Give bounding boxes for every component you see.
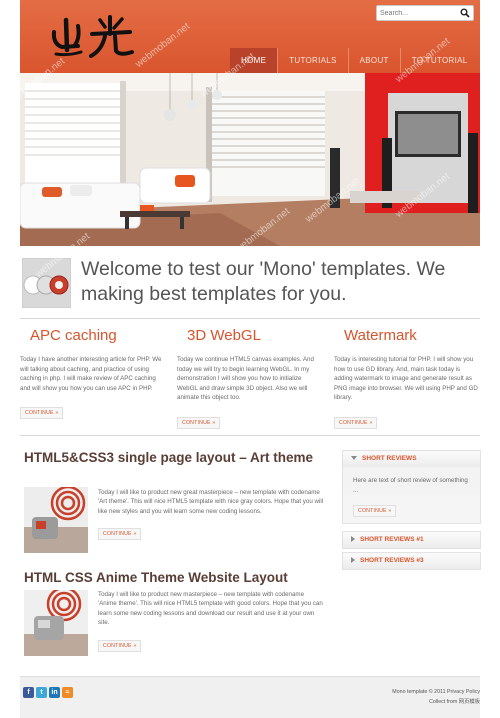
column-text: Today is interesting tutorial for PHP. I… xyxy=(334,356,478,402)
nav-home[interactable]: HOME xyxy=(230,48,278,73)
search-icon[interactable] xyxy=(460,8,470,18)
facebook-icon[interactable]: f xyxy=(23,687,34,698)
page: HOME TUTORIALS ABOUT TO TUTORIAL xyxy=(9,0,481,718)
sidebar-review-panel: SHORT REVIEWS Here are text of short rev… xyxy=(342,450,481,524)
column-title: Watermark xyxy=(344,327,417,344)
review-header[interactable]: SHORT REVIEWS #1 xyxy=(343,532,480,548)
column-title: 3D WebGL xyxy=(187,327,261,344)
column-watermark: Watermark Today is interesting tutorial … xyxy=(334,327,480,429)
article-text: Today I will like to product new great m… xyxy=(98,489,324,515)
footer-credit[interactable]: Collect from 网页模板 xyxy=(330,697,480,707)
hero-image xyxy=(20,73,480,246)
continue-button[interactable]: CONTINUE » xyxy=(98,639,142,652)
column-apc: APC caching Today I have another interes… xyxy=(20,327,166,420)
main-nav: HOME TUTORIALS ABOUT TO TUTORIAL xyxy=(230,48,478,73)
column-text: Today I have another interesting article… xyxy=(20,356,162,392)
article-body: Today I will like to product new great m… xyxy=(98,488,324,541)
divider xyxy=(20,435,480,436)
footer-text: Mono template © 2011 Privacy Policy Coll… xyxy=(330,687,480,707)
column-title: APC caching xyxy=(30,327,117,344)
caret-down-icon xyxy=(351,456,357,461)
welcome-heading: Welcome to test our 'Mono' templates. We… xyxy=(81,258,446,305)
article: HTML CSS Anime Theme Website Layout xyxy=(24,569,334,586)
article: HTML5&CSS3 single page layout – Art them… xyxy=(24,449,324,466)
article-body: Today I will like to product new masterp… xyxy=(98,590,324,652)
linkedin-icon[interactable]: in xyxy=(49,687,60,698)
continue-button[interactable]: CONTINUE » xyxy=(353,505,397,517)
search-box xyxy=(376,5,474,21)
rss-icon[interactable]: ≈ xyxy=(62,687,73,698)
article-title[interactable]: HTML CSS Anime Theme Website Layout xyxy=(24,569,334,586)
nav-to-tutorial[interactable]: TO TUTORIAL xyxy=(399,48,479,73)
welcome-image xyxy=(22,258,71,308)
review-header[interactable]: SHORT REVIEWS xyxy=(343,451,480,467)
site-header: HOME TUTORIALS ABOUT TO TUTORIAL xyxy=(20,0,480,73)
continue-button[interactable]: CONTINUE » xyxy=(98,528,142,541)
review-text: Here are text of short review of somethi… xyxy=(343,467,480,495)
divider xyxy=(20,318,480,319)
caret-right-icon xyxy=(351,536,355,543)
sidebar-review-collapsed[interactable]: SHORT REVIEWS #3 xyxy=(342,552,481,570)
site-logo[interactable] xyxy=(48,14,138,60)
continue-button[interactable]: CONTINUE » xyxy=(334,416,378,429)
site-footer: f t in ≈ Mono template © 2011 Privacy Po… xyxy=(20,676,480,718)
continue-button[interactable]: CONTINUE » xyxy=(177,416,221,429)
nav-tutorials[interactable]: TUTORIALS xyxy=(277,48,347,73)
article-thumbnail[interactable] xyxy=(24,487,88,553)
article-thumbnail[interactable] xyxy=(24,590,88,656)
column-webgl: 3D WebGL Today we continue HTML5 canvas … xyxy=(177,327,323,429)
sidebar-review-collapsed[interactable]: SHORT REVIEWS #1 xyxy=(342,531,481,549)
twitter-icon[interactable]: t xyxy=(36,687,47,698)
caret-right-icon xyxy=(351,557,355,564)
footer-copyright: Mono template © 2011 Privacy Policy xyxy=(392,689,480,695)
review-header[interactable]: SHORT REVIEWS #3 xyxy=(343,553,480,569)
column-text: Today we continue HTML5 canvas examples.… xyxy=(177,356,314,402)
article-text: Today I will like to product new masterp… xyxy=(98,591,323,627)
article-title[interactable]: HTML5&CSS3 single page layout – Art them… xyxy=(24,449,324,466)
nav-about[interactable]: ABOUT xyxy=(347,48,400,73)
continue-button[interactable]: CONTINUE » xyxy=(20,407,64,420)
search-input[interactable] xyxy=(380,6,456,20)
social-links: f t in ≈ xyxy=(23,687,73,698)
